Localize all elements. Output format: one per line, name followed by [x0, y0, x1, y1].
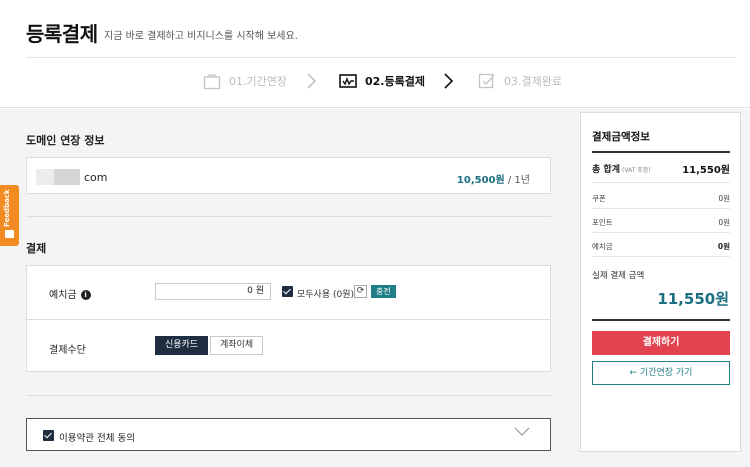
check-icon	[478, 73, 495, 89]
total-note: (VAT 포함)	[621, 167, 651, 174]
step-2: 02.등록결제	[339, 68, 425, 94]
header-divider	[26, 57, 736, 58]
real-payment-amount: 11,550원	[657, 290, 729, 308]
summary-row-point: 포인트 0원	[592, 210, 730, 233]
domain-name-redacted	[36, 169, 54, 185]
total-label-text: 총 합계	[592, 165, 620, 175]
info-icon[interactable]: i	[80, 290, 91, 300]
terms-agree-box[interactable]: 이용약관 전체 동의	[26, 418, 551, 451]
coupon-value: 0원	[718, 194, 730, 203]
use-all-label: 모두사용 (0원)	[297, 290, 355, 300]
deposit-input[interactable]: 0 원	[155, 283, 271, 300]
charge-button[interactable]: 충전	[371, 285, 396, 298]
card-payment-icon	[339, 74, 357, 88]
progress-steps: 01.기간연장 02.등록결제 03.결제완료	[0, 68, 750, 94]
domain-price-amount: 10,500원	[456, 175, 505, 186]
step-1: 01.기간연장	[203, 68, 287, 94]
section-divider	[26, 216, 551, 217]
feedback-label: Feedback	[3, 189, 11, 227]
main-content: 도메인 연장 정보 com 10,500원 / 1년 결제 예치금 i 0 원 모…	[0, 109, 750, 467]
summary-row-coupon: 쿠폰 0원	[592, 186, 730, 209]
method-label: 결제수단	[49, 345, 86, 356]
deposit-label: 예치금	[49, 290, 77, 301]
feedback-tab[interactable]: Feedback	[0, 185, 19, 246]
section-divider	[26, 395, 551, 396]
bag-icon	[203, 74, 221, 90]
payment-section-title: 결제	[26, 242, 47, 255]
payment-box: 예치금 i 0 원 모두사용 (0원) ⟳ 충전 결제수단 신용카드 계좌이체	[26, 265, 551, 372]
pay-now-button[interactable]: 결제하기	[592, 331, 730, 355]
page-subtitle: 지금 바로 결제하고 비지니스를 시작해 보세요.	[104, 31, 298, 42]
chat-icon	[5, 230, 14, 238]
domain-section-title: 도메인 연장 정보	[26, 134, 105, 147]
payment-summary-panel: 결제금액정보 총 합계 (VAT 포함) 11,550원 쿠폰 0원 포인트 0원…	[580, 112, 741, 452]
deposit-row-label: 예치금 i	[49, 286, 91, 301]
domain-info-box: com 10,500원 / 1년	[26, 157, 551, 194]
terms-checkbox[interactable]	[43, 430, 54, 441]
credit-card-button[interactable]: 신용카드	[155, 336, 209, 355]
summary-title: 결제금액정보	[592, 131, 650, 143]
row-divider	[27, 319, 550, 320]
step-label: 02.등록결제	[365, 75, 425, 88]
back-to-renewal-button[interactable]: ← 기간연장 가기	[592, 361, 730, 385]
summary-divider	[592, 319, 730, 321]
chevron-right-icon	[444, 73, 454, 89]
summary-total-row: 총 합계 (VAT 포함) 11,550원	[592, 157, 730, 183]
domain-suffix: com	[84, 171, 108, 184]
real-payment-label: 실제 결제 금액	[592, 271, 645, 281]
step-3: 03.결제완료	[478, 68, 562, 94]
page-title: 등록결제	[26, 22, 98, 46]
step-label: 03.결제완료	[504, 75, 562, 88]
summary-row-deposit: 예치금 0원	[592, 234, 730, 257]
point-label: 포인트	[592, 218, 613, 227]
total-label: 총 합계 (VAT 포함)	[592, 162, 651, 175]
total-value: 11,550원	[682, 165, 730, 176]
terms-label: 이용약관 전체 동의	[59, 433, 135, 444]
refresh-button[interactable]: ⟳	[354, 285, 367, 298]
deposit-summary-value: 0원	[717, 242, 730, 251]
step-label: 01.기간연장	[229, 75, 287, 88]
chevron-down-icon[interactable]	[514, 427, 530, 437]
refresh-icon: ⟳	[356, 286, 365, 296]
summary-divider	[592, 151, 730, 153]
point-value: 0원	[718, 218, 730, 227]
bank-transfer-button[interactable]: 계좌이체	[210, 336, 264, 355]
domain-price: 10,500원 / 1년	[457, 171, 530, 186]
chevron-right-icon	[307, 73, 317, 89]
domain-price-period: / 1년	[504, 175, 530, 186]
page-header: 등록결제 지금 바로 결제하고 비지니스를 시작해 보세요. 01.기간연장 0…	[0, 0, 750, 108]
coupon-label: 쿠폰	[592, 194, 606, 203]
domain-name-redacted	[54, 169, 80, 185]
deposit-summary-label: 예치금	[592, 242, 613, 251]
use-all-checkbox[interactable]	[282, 286, 293, 297]
